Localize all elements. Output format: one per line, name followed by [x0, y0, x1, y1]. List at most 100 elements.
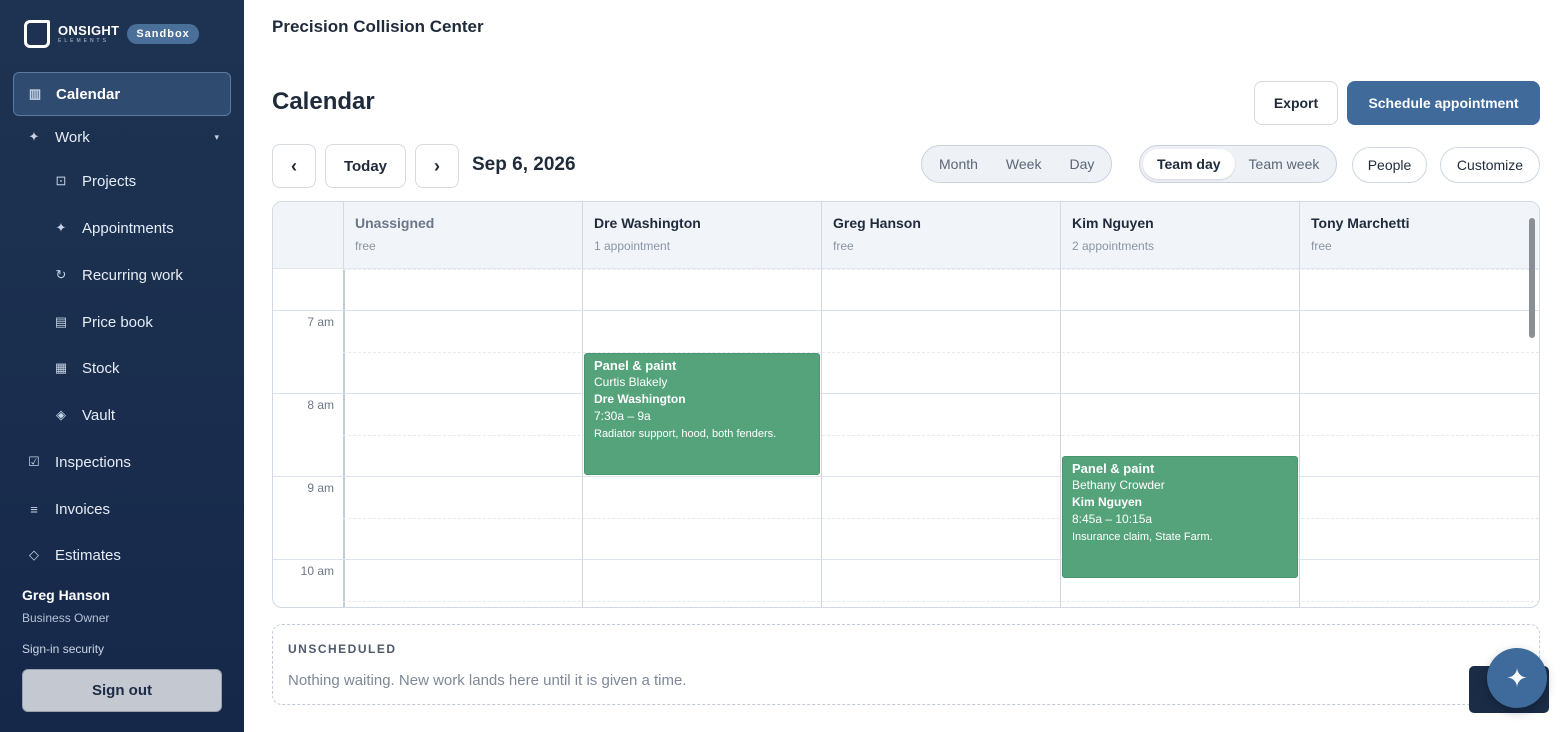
- column-status: free: [833, 239, 854, 253]
- sidebar-item-label: Work: [55, 128, 90, 146]
- appointment-time: 7:30a – 9a: [594, 409, 651, 423]
- sidebar-item-label: Recurring work: [82, 266, 183, 284]
- half-hour-line: [343, 601, 1539, 602]
- sidebar-item-label: Estimates: [55, 546, 121, 564]
- export-button[interactable]: Export: [1254, 81, 1338, 125]
- sidebar-item-stock[interactable]: ▦ Stock: [40, 346, 230, 390]
- team-day-calendar: Unassigned free Dre Washington 1 appoint…: [272, 201, 1540, 608]
- list-icon: ≡: [30, 501, 38, 517]
- hour-line: [273, 393, 1539, 394]
- column-header-kim-nguyen: Kim Nguyen 2 appointments: [1060, 202, 1299, 269]
- assistant-button[interactable]: ✦: [1487, 648, 1547, 708]
- column-name: Greg Hanson: [833, 215, 921, 231]
- sidebar-item-recurring-work[interactable]: ↻ Recurring work: [40, 253, 230, 297]
- time-label: 7 am: [307, 315, 334, 329]
- time-label: 9 am: [307, 481, 334, 495]
- column-header-dre-washington: Dre Washington 1 appointment: [582, 202, 821, 269]
- unscheduled-message: Nothing waiting. New work lands here unt…: [288, 672, 687, 689]
- chevron-down-icon: ▾: [214, 131, 219, 142]
- sidebar-item-invoices[interactable]: ≡ Invoices: [13, 487, 231, 531]
- sidebar-item-label: Stock: [82, 359, 120, 377]
- sign-out-button[interactable]: Sign out: [22, 669, 222, 712]
- column-status: free: [1311, 239, 1332, 253]
- unscheduled-panel: UNSCHEDULED Nothing waiting. New work la…: [272, 624, 1540, 705]
- diamond-icon: ◈: [56, 407, 66, 422]
- appointment-worker: Dre Washington: [594, 392, 686, 406]
- customize-button[interactable]: Customize: [1440, 147, 1540, 183]
- appointment-title: Panel & paint: [594, 358, 677, 373]
- half-hour-line: [343, 269, 1539, 270]
- grid-icon: ▦: [54, 360, 68, 375]
- appointment-time: 8:45a – 10:15a: [1072, 512, 1153, 526]
- column-name: Tony Marchetti: [1311, 215, 1410, 231]
- sidebar-item-vault[interactable]: ◈ Vault: [40, 393, 230, 437]
- appointment-card[interactable]: Panel & paint Bethany Crowder Kim Nguyen…: [1062, 456, 1298, 578]
- logo-icon: [24, 20, 50, 48]
- appointment-note: Insurance claim, State Farm.: [1072, 531, 1213, 543]
- column-name: Kim Nguyen: [1072, 215, 1154, 231]
- column-divider: [1299, 269, 1300, 607]
- sidebar-item-label: Vault: [82, 406, 116, 424]
- today-button[interactable]: Today: [325, 144, 406, 188]
- view-week[interactable]: Week: [992, 149, 1056, 179]
- column-divider: [582, 269, 583, 607]
- appointment-note: Radiator support, hood, both fenders.: [594, 428, 777, 440]
- sidebar-item-price-book[interactable]: ▤ Price book: [40, 300, 230, 344]
- sparkle-icon: ✦: [28, 129, 40, 144]
- sidebar-item-estimates[interactable]: ◇ Estimates: [13, 533, 231, 577]
- half-hour-line: [343, 352, 1539, 353]
- sidebar-item-label: Inspections: [55, 453, 131, 471]
- column-header-tony-marchetti: Tony Marchetti free: [1299, 202, 1539, 269]
- half-hour-line: [343, 435, 1539, 436]
- appointment-customer: Curtis Blakely: [594, 375, 668, 389]
- sidebar-item-calendar[interactable]: ▥ Calendar: [13, 72, 231, 116]
- brand-sub: ELEMENTS: [58, 38, 109, 44]
- projects-icon: ⊡: [55, 173, 67, 188]
- sidebar-item-appointments[interactable]: ✦ Appointments: [40, 206, 230, 250]
- column-header-greg-hanson: Greg Hanson free: [821, 202, 1060, 269]
- next-day-button[interactable]: ›: [415, 144, 459, 188]
- appointment-worker: Kim Nguyen: [1072, 495, 1143, 509]
- recurring-icon: ↻: [55, 267, 67, 282]
- sidebar-item-label: Price book: [82, 313, 153, 331]
- organization-name: Precision Collision Center: [272, 17, 484, 36]
- time-label: 10 am: [300, 564, 334, 578]
- previous-day-button[interactable]: ‹: [272, 144, 316, 188]
- time-label: 8 am: [307, 398, 334, 412]
- column-status: 1 appointment: [594, 239, 671, 253]
- column-divider: [1060, 269, 1061, 607]
- sparkle-icon: ✦: [1506, 662, 1528, 693]
- view-team-week[interactable]: Team week: [1235, 149, 1334, 179]
- half-hour-line: [343, 518, 1539, 519]
- brand-name: ONSIGHT: [58, 23, 120, 38]
- sandbox-badge: Sandbox: [127, 24, 199, 44]
- sidebar-item-projects[interactable]: ⊡ Projects: [40, 159, 230, 203]
- column-name: Dre Washington: [594, 215, 701, 231]
- logo[interactable]: ONSIGHT ELEMENTS Sandbox: [24, 20, 199, 48]
- book-icon: ▤: [54, 314, 68, 329]
- sidebar-item-inspections[interactable]: ☑ Inspections: [13, 440, 231, 484]
- sidebar-item-work[interactable]: ✦ Work ▾: [13, 115, 231, 159]
- user-name: Greg Hanson: [22, 587, 110, 603]
- scrollbar-thumb[interactable]: [1529, 218, 1535, 338]
- column-divider: [343, 269, 345, 607]
- team-view-switcher: Team day Team week: [1139, 145, 1338, 183]
- current-date: Sep 6, 2026: [472, 154, 576, 175]
- checkbox-icon: ☑: [28, 454, 40, 469]
- schedule-appointment-button[interactable]: Schedule appointment: [1347, 81, 1540, 125]
- calendar-icon: ▥: [28, 86, 42, 101]
- appointment-title: Panel & paint: [1072, 461, 1155, 476]
- hour-line: [273, 476, 1539, 477]
- appointment-card[interactable]: Panel & paint Curtis Blakely Dre Washing…: [584, 353, 820, 475]
- view-team-day[interactable]: Team day: [1143, 149, 1235, 179]
- user-role: Business Owner: [22, 611, 110, 625]
- sidebar-item-label: Appointments: [82, 219, 174, 237]
- appointment-customer: Bethany Crowder: [1072, 478, 1165, 492]
- hour-line: [273, 310, 1539, 311]
- view-month[interactable]: Month: [925, 149, 992, 179]
- view-day[interactable]: Day: [1055, 149, 1108, 179]
- sidebar-item-label: Projects: [82, 172, 137, 190]
- hour-line: [273, 559, 1539, 560]
- people-button[interactable]: People: [1352, 147, 1427, 183]
- sign-in-security-link[interactable]: Sign-in security: [22, 642, 104, 656]
